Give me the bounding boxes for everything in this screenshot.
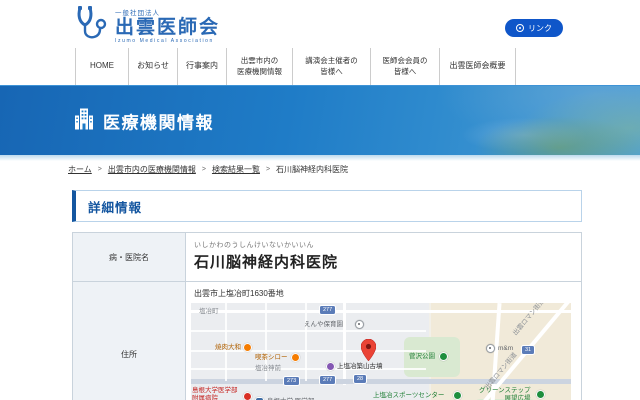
route-shield: 273 [283, 376, 300, 386]
section-title-box: 詳細情報 [72, 190, 582, 222]
breadcrumb-separator: > [202, 166, 206, 173]
clinic-name: 石川脳神経内科医院 [186, 251, 581, 272]
table-row-address: 住所 出雲市上塩冶町1630番地 [73, 282, 581, 400]
breadcrumb-medical-institutions[interactable]: 出雲市内の医療機関情報 [108, 164, 196, 175]
banner-fade [0, 155, 640, 161]
row-label-address: 住所 [73, 282, 186, 400]
map-poi-label: 上塩冶築山古墳 [337, 363, 383, 371]
restaurant-marker-icon [243, 343, 252, 352]
map-poi-label: m&m [498, 345, 513, 353]
nav-item-home[interactable]: HOME [75, 48, 128, 85]
table-row-name: 病・医院名 いしかわのうしんけいないかいいん 石川脳神経内科医院 [73, 233, 581, 282]
site-logo[interactable]: 一般社団法人 出雲医師会 Izumo Medical Association [74, 5, 220, 46]
route-shield: 31 [521, 345, 535, 355]
attraction-marker-icon [326, 362, 335, 371]
map-poi-label: えんや保育園 [304, 321, 343, 329]
org-name-en: Izumo Medical Association [115, 38, 220, 44]
map-street [191, 368, 426, 370]
map-area-label: 塩冶町 [199, 308, 219, 316]
map-poi-label: グリーンステップ 展望広場 [479, 387, 531, 400]
stethoscope-icon [74, 5, 108, 46]
nav-item-events[interactable]: 行事案内 [177, 48, 226, 85]
link-button-label: リンク [528, 23, 552, 34]
page-banner: 医療機関情報 [0, 85, 640, 156]
link-icon [516, 24, 524, 32]
nav-item-members[interactable]: 医師会会員の 皆様へ [370, 48, 439, 85]
map-poi-label: 菅沢公園 [409, 353, 435, 361]
nav-item-medical-institutions[interactable]: 出雲市内の 医療機関情報 [226, 48, 292, 85]
site-header: 一般社団法人 出雲医師会 Izumo Medical Association リ… [0, 0, 640, 48]
link-button[interactable]: リンク [505, 19, 563, 37]
breadcrumb: ホーム > 出雲市内の医療機関情報 > 検索結果一覧 > 石川脳神経内科医院 [68, 164, 348, 175]
nav-item-lecture-organizers[interactable]: 講演会主催者の 皆様へ [292, 48, 370, 85]
main-nav: HOME お知らせ 行事案内 出雲市内の 医療機関情報 講演会主催者の 皆様へ … [75, 48, 516, 85]
map[interactable]: 塩冶町 塩冶神前 出雲ロマン街道 出雲ロマン街道 えんや保育園 焼肉大和 喫茶シ… [191, 303, 571, 400]
map-poi-label: 焼肉大和 [215, 344, 241, 352]
hospital-building-icon [74, 108, 94, 135]
nav-item-overview[interactable]: 出雲医師会概要 [439, 48, 516, 85]
breadcrumb-separator: > [98, 166, 102, 173]
breadcrumb-search-results[interactable]: 検索結果一覧 [212, 164, 260, 175]
park-marker-icon [453, 391, 462, 400]
map-poi-label: 喫茶シロー [255, 354, 288, 362]
logo-text: 一般社団法人 出雲医師会 Izumo Medical Association [115, 7, 220, 45]
map-street [191, 330, 426, 332]
breadcrumb-home[interactable]: ホーム [68, 164, 92, 175]
park-marker-icon [536, 390, 545, 399]
place-marker-icon [486, 344, 495, 353]
map-road [343, 303, 346, 385]
page-title: 医療機関情報 [103, 109, 214, 134]
detail-table: 病・医院名 いしかわのうしんけいないかいいん 石川脳神経内科医院 住所 出雲市上… [72, 232, 582, 400]
map-pin-icon [361, 339, 376, 361]
map-road [191, 310, 571, 313]
map-area-label: 塩冶神前 [255, 365, 281, 373]
breadcrumb-separator: > [266, 166, 270, 173]
row-label-name: 病・医院名 [73, 233, 186, 281]
banner-photo [350, 86, 640, 156]
org-name: 出雲医師会 [115, 18, 220, 38]
breadcrumb-current: 石川脳神経内科医院 [276, 164, 348, 175]
park-marker-icon [439, 352, 448, 361]
restaurant-marker-icon [291, 353, 300, 362]
section-title: 詳細情報 [88, 197, 142, 216]
route-shield: 28 [353, 374, 367, 384]
map-road-major [191, 379, 571, 384]
org-type: 一般社団法人 [115, 7, 220, 17]
map-poi-label: 上塩冶スポーツセンター [373, 392, 444, 400]
map-poi-label: 島根大学医学部 附属病院 [192, 387, 238, 400]
school-marker-icon [355, 320, 364, 329]
hospital-marker-icon [243, 392, 252, 400]
route-shield: 277 [319, 375, 336, 385]
clinic-address: 出雲市上塩冶町1630番地 [186, 282, 581, 303]
clinic-name-kana: いしかわのうしんけいないかいいん [186, 233, 581, 251]
nav-item-news[interactable]: お知らせ [128, 48, 177, 85]
page: 一般社団法人 出雲医師会 Izumo Medical Association リ… [0, 0, 640, 400]
route-shield: 277 [319, 305, 336, 315]
